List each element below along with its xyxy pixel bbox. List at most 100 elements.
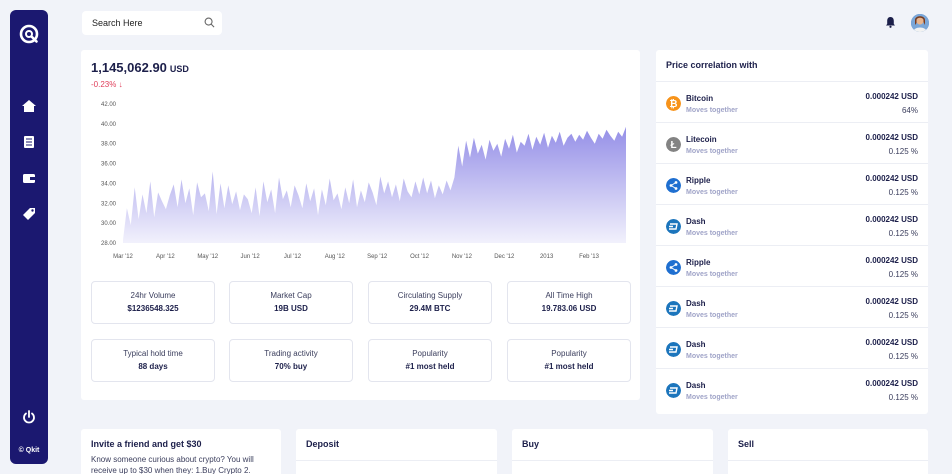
divider (296, 460, 497, 461)
stat-label: Typical hold time (123, 349, 183, 358)
svg-text:₿: ₿ (669, 98, 677, 110)
search-box (82, 11, 222, 35)
stat-card: Market Cap 19B USD (229, 281, 353, 324)
search-input[interactable] (82, 11, 200, 35)
correlation-row[interactable]: Ł Litecoin Moves together 0.000242 USD 0.125… (656, 122, 928, 163)
avatar[interactable] (911, 14, 929, 32)
coin-percent: 0.125 % (888, 188, 918, 197)
stat-card: 24hr Volume $1236548.325 (91, 281, 215, 324)
x-tick-label: Mar '12 (113, 254, 133, 260)
price-value-line: 1,145,062.90 USD (91, 60, 189, 75)
y-tick-label: 40.00 (101, 122, 117, 128)
tag-icon[interactable] (21, 206, 37, 222)
home-icon[interactable] (21, 98, 37, 114)
stat-card: Popularity #1 most held (368, 339, 492, 382)
stat-card: All Time High 19.783.06 USD (507, 281, 631, 324)
ripple-icon (666, 260, 681, 275)
coin-subtitle: Moves together (686, 230, 738, 237)
x-tick-label: May '12 (197, 254, 218, 260)
invite-card: Invite a friend and get $30 Know someone… (81, 429, 281, 474)
coin-subtitle: Moves together (686, 312, 738, 319)
correlation-row[interactable]: Ripple Moves together 0.000242 USD 0.125 % (656, 163, 928, 204)
deposit-card[interactable]: Deposit (296, 429, 497, 474)
coin-amount: 0.000242 USD (865, 297, 918, 306)
buy-card[interactable]: Buy (512, 429, 713, 474)
litecoin-icon: Ł (666, 137, 681, 152)
coin-name: Litecoin (686, 135, 717, 144)
y-tick-label: 32.00 (101, 201, 117, 207)
stat-label: Circulating Supply (397, 291, 463, 300)
coin-name: Dash (686, 381, 706, 390)
correlation-row[interactable]: Dash Moves together 0.000242 USD 0.125 % (656, 204, 928, 245)
stat-card: Typical hold time 88 days (91, 339, 215, 382)
ripple-icon (666, 178, 681, 193)
divider (728, 460, 928, 461)
stat-value: #1 most held (544, 362, 594, 371)
coin-name: Dash (686, 340, 706, 349)
app-logo-icon[interactable] (19, 24, 39, 44)
correlation-card: Price correlation with ₿ Bitcoin Moves tog… (656, 50, 928, 414)
dash-icon (666, 301, 681, 316)
price-unit: USD (169, 64, 189, 74)
x-tick-label: Sep '12 (367, 254, 388, 260)
coin-percent: 64% (901, 106, 918, 115)
sell-title: Sell (738, 439, 755, 449)
y-tick-label: 34.00 (101, 181, 117, 187)
dash-icon (666, 342, 681, 357)
stat-label: Trading activity (264, 349, 318, 358)
price-area-series (123, 126, 626, 243)
coin-subtitle: Moves together (686, 394, 738, 401)
y-tick-label: 38.00 (101, 142, 117, 148)
wallet-icon[interactable] (21, 170, 37, 186)
correlation-title: Price correlation with (666, 60, 758, 70)
dash-icon (666, 383, 681, 398)
coin-percent: 0.125 % (888, 311, 918, 320)
avatar-image (911, 14, 929, 32)
correlation-row[interactable]: ₿ Bitcoin Moves together 0.000242 USD 64% (656, 81, 928, 122)
stat-label: All Time High (545, 291, 593, 300)
stat-label: 24hr Volume (130, 291, 176, 300)
y-tick-label: 28.00 (101, 241, 117, 247)
correlation-row[interactable]: Ripple Moves together 0.000242 USD 0.125 % (656, 245, 928, 286)
svg-text:Ł: Ł (670, 140, 676, 151)
search-icon[interactable] (204, 17, 215, 28)
sidebar: © Qkit (10, 10, 48, 464)
correlation-row[interactable]: Dash Moves together 0.000242 USD 0.125 % (656, 368, 928, 409)
coin-name: Dash (686, 217, 706, 226)
coin-subtitle: Moves together (686, 107, 738, 114)
coin-name: Ripple (686, 176, 711, 185)
stat-value: 19B USD (274, 304, 308, 313)
stat-value: 19.783.06 USD (541, 304, 597, 313)
coin-percent: 0.125 % (888, 352, 918, 361)
coin-percent: 0.125 % (888, 147, 918, 156)
coin-amount: 0.000242 USD (865, 256, 918, 265)
stat-label: Market Cap (270, 291, 312, 300)
list-icon[interactable] (21, 134, 37, 150)
sell-card[interactable]: Sell (728, 429, 928, 474)
coin-subtitle: Moves together (686, 148, 738, 155)
dash-icon (666, 219, 681, 234)
stat-card: Popularity #1 most held (507, 339, 631, 382)
invite-title: Invite a friend and get $30 (91, 439, 202, 449)
buy-title: Buy (522, 439, 540, 449)
coin-percent: 0.125 % (888, 270, 918, 279)
stat-card: Circulating Supply 29.4M BTC (368, 281, 492, 324)
coin-name: Bitcoin (686, 94, 714, 103)
coin-name: Ripple (686, 258, 711, 267)
x-tick-label: 2013 (540, 254, 554, 260)
x-tick-label: Aug '12 (325, 254, 346, 260)
price-change: -0.23% ↓ (91, 80, 123, 89)
correlation-row[interactable]: Dash Moves together 0.000242 USD 0.125 % (656, 327, 928, 368)
coin-percent: 0.125 % (888, 229, 918, 238)
bell-icon[interactable] (885, 16, 896, 28)
y-tick-label: 36.00 (101, 162, 117, 168)
arrow-down-icon: ↓ (118, 80, 123, 89)
price-card: 1,145,062.90 USD -0.23% ↓ 42.00 40.00 38.00… (81, 50, 640, 400)
power-icon[interactable] (21, 409, 37, 425)
stat-label: Popularity (412, 349, 448, 358)
coin-amount: 0.000242 USD (865, 215, 918, 224)
coin-amount: 0.000242 USD (865, 174, 918, 183)
correlation-row[interactable]: Dash Moves together 0.000242 USD 0.125 % (656, 286, 928, 327)
coin-amount: 0.000242 USD (865, 133, 918, 142)
x-tick-label: Jul '12 (284, 254, 302, 260)
